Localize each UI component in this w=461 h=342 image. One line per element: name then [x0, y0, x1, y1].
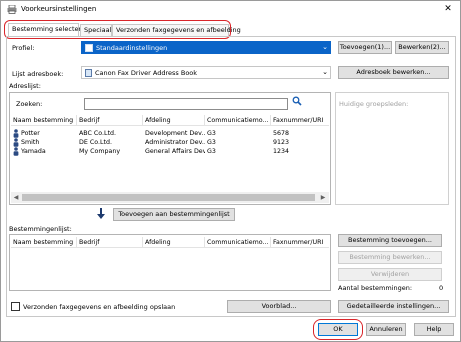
person-icon: [13, 129, 19, 138]
profile-value: Standaardinstellingen: [96, 44, 168, 52]
destination-count-value: 0: [439, 284, 444, 292]
group-members-panel: Huidige groepsleden:: [335, 92, 449, 205]
save-fax-data-checkbox[interactable]: [11, 302, 20, 311]
cell-mode: G3: [207, 148, 216, 155]
column-header-company[interactable]: Bedrijf: [77, 237, 143, 248]
addresslist-panel: Zoeken: Naam bestemming Bedrijf Afdeling…: [9, 92, 331, 205]
profile-add-button[interactable]: Toevoegen(1)...: [338, 41, 392, 54]
contacts-table: Naam bestemming Bedrijf Afdeling Communi…: [11, 115, 329, 191]
save-fax-data-label[interactable]: Verzonden faxgegevens en afbeelding opsl…: [23, 303, 175, 311]
chevron-down-icon: ⌄: [322, 43, 328, 51]
destination-list-panel: Naam bestemming Bedrijf Afdeling Communi…: [9, 234, 331, 291]
scrollbar-thumb[interactable]: [22, 194, 315, 201]
add-to-destination-list-button[interactable]: Toevoegen aan bestemmingenlijst: [113, 208, 235, 221]
cell-name: Smith: [21, 139, 40, 146]
cell-department: Administrator Dev...: [145, 139, 205, 146]
table-row[interactable]: Potter ABC Co.Ltd. Development Dev... G3…: [11, 129, 329, 138]
chevron-down-icon: ⌄: [322, 68, 328, 76]
close-icon[interactable]: ✕: [441, 3, 455, 16]
addressbook-value: Canon Fax Driver Address Book: [95, 69, 198, 77]
cover-sheet-button[interactable]: Voorblad...: [227, 300, 331, 313]
column-header-fax[interactable]: Faxnummer/URI: [271, 237, 329, 248]
cell-mode: G3: [207, 139, 216, 146]
cell-company: DE Co.Ltd.: [79, 139, 112, 146]
column-header-mode[interactable]: Communicatiemo...: [205, 115, 271, 126]
cell-mode: G3: [207, 130, 216, 137]
cell-company: My Company: [79, 148, 121, 155]
column-header-name[interactable]: Naam bestemming: [11, 115, 77, 126]
search-input[interactable]: [84, 98, 288, 110]
column-header-fax[interactable]: Faxnummer/URI: [271, 115, 329, 126]
group-members-label: Huidige groepsleden:: [339, 100, 409, 108]
delete-destination-button[interactable]: Verwijderen: [338, 268, 442, 281]
destination-count-label: Aantal bestemmingen:: [338, 284, 413, 292]
cell-fax: 1234: [273, 148, 290, 155]
printer-icon: [7, 4, 17, 14]
addresslist-label: Adreslijst:: [9, 82, 41, 90]
detailed-settings-button[interactable]: Gedetailleerde instellingen...: [338, 300, 449, 313]
destination-list-label: Bestemmingenlijst:: [9, 225, 72, 233]
table-row[interactable]: Yamada My Company General Affairs Dev...…: [11, 147, 329, 156]
cell-fax: 5678: [273, 130, 290, 137]
column-header-name[interactable]: Naam bestemming: [11, 237, 77, 248]
column-header-department[interactable]: Afdeling: [143, 237, 205, 248]
cell-fax: 9123: [273, 139, 290, 146]
cell-name: Potter: [21, 130, 40, 137]
addressbook-label: Lijst adresboek:: [12, 70, 64, 78]
horizontal-scrollbar[interactable]: ◀ ▶: [11, 192, 329, 203]
profile-edit-button[interactable]: Bewerken(2)...: [395, 41, 449, 54]
table-header: Naam bestemming Bedrijf Afdeling Communi…: [11, 237, 329, 248]
cell-department: General Affairs Dev...: [145, 148, 205, 155]
column-header-department[interactable]: Afdeling: [143, 115, 205, 126]
ok-button[interactable]: OK: [318, 323, 358, 336]
table-row[interactable]: Smith DE Co.Ltd. Administrator Dev... G3…: [11, 138, 329, 147]
window-title: Voorkeursinstellingen: [21, 5, 97, 13]
arrow-down-icon: [96, 208, 106, 220]
edit-destination-button[interactable]: Bestemming bewerken...: [338, 251, 442, 264]
scroll-left-icon[interactable]: ◀: [11, 192, 21, 203]
cell-name: Yamada: [21, 148, 46, 155]
column-header-company[interactable]: Bedrijf: [77, 115, 143, 126]
profile-icon: [85, 44, 93, 52]
addressbook-dropdown[interactable]: Canon Fax Driver Address Book ⌄: [81, 66, 331, 79]
help-button[interactable]: Help: [414, 323, 454, 336]
addressbook-icon: [85, 69, 92, 77]
title-bar: Voorkeursinstellingen ✕: [1, 1, 460, 19]
person-icon: [13, 147, 19, 156]
profile-label: Profiel:: [12, 44, 35, 52]
cell-department: Development Dev...: [145, 130, 205, 137]
table-header: Naam bestemming Bedrijf Afdeling Communi…: [11, 115, 329, 126]
addressbook-edit-button[interactable]: Adresboek bewerken...: [338, 66, 449, 79]
profile-dropdown[interactable]: Standaardinstellingen ⌄: [81, 41, 331, 54]
person-icon: [13, 138, 19, 147]
cell-company: ABC Co.Ltd.: [79, 130, 117, 137]
column-header-mode[interactable]: Communicatiemo...: [205, 237, 271, 248]
footer-separator: [6, 316, 456, 317]
search-label: Zoeken:: [16, 100, 43, 108]
scroll-right-icon[interactable]: ▶: [318, 192, 328, 203]
add-destination-button[interactable]: Bestemming toevoegen...: [338, 234, 442, 247]
cancel-button[interactable]: Annuleren: [366, 323, 406, 336]
search-icon[interactable]: [292, 96, 302, 106]
dialog-window: Voorkeursinstellingen ✕ Bestemming selec…: [0, 0, 461, 342]
